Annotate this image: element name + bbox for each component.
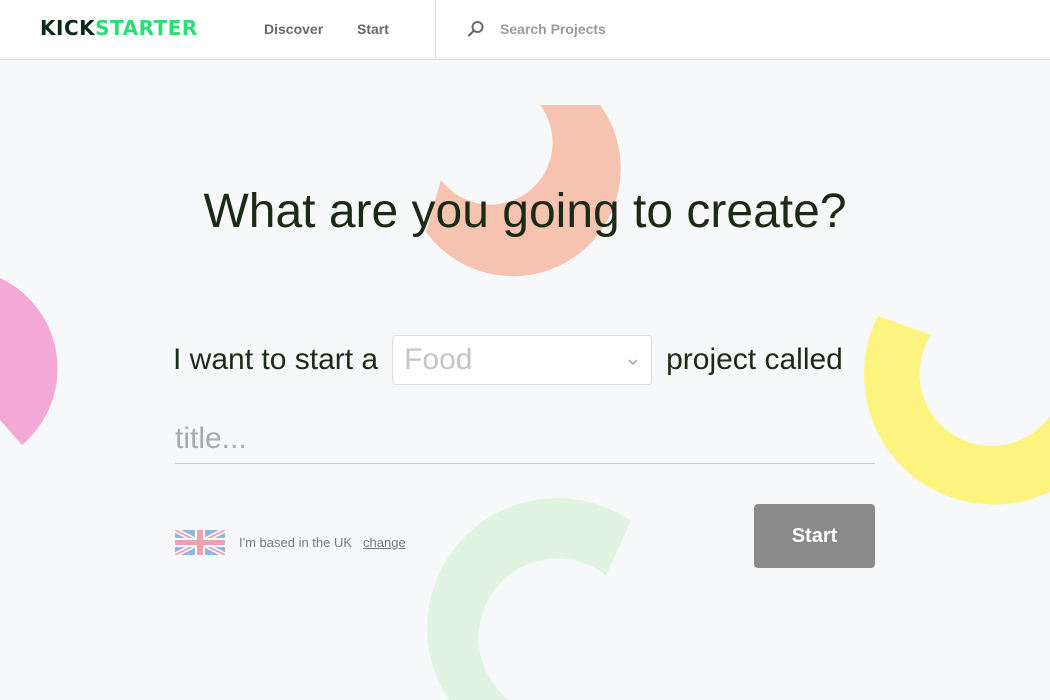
search-bar[interactable] (466, 17, 866, 41)
yellow-arc-shape (864, 316, 1050, 505)
chevron-down-icon (627, 355, 639, 367)
location-row: I'm based in the UK change (175, 529, 406, 555)
location-text: I'm based in the UK (239, 534, 353, 550)
start-project-button[interactable]: Start (754, 504, 875, 568)
logo-part-kick: KICK (40, 16, 96, 40)
search-icon[interactable] (466, 19, 486, 39)
project-title-field (175, 416, 875, 464)
logo-part-starter: STARTER (95, 16, 198, 40)
kickstarter-logo[interactable]: KICKSTARTER (40, 16, 198, 40)
project-title-input[interactable] (175, 416, 875, 462)
page-headline: What are you going to create? (203, 185, 847, 238)
category-selected-value: Food (404, 343, 473, 376)
uk-flag-icon (175, 529, 225, 555)
nav-discover-link[interactable]: Discover (264, 20, 323, 38)
project-sentence: I want to start a Food project called (173, 335, 843, 385)
top-nav-bar: KICKSTARTER Discover Start (0, 0, 1050, 60)
change-location-link[interactable]: change (363, 535, 406, 550)
mint-arc-shape (427, 498, 631, 700)
search-input[interactable] (500, 21, 820, 37)
sentence-suffix: project called (666, 343, 843, 376)
sentence-prefix: I want to start a (173, 343, 379, 376)
nav-divider (435, 0, 436, 60)
pink-arc-shape (0, 278, 58, 445)
category-select[interactable]: Food (392, 335, 653, 385)
nav-start-link[interactable]: Start (357, 20, 389, 38)
